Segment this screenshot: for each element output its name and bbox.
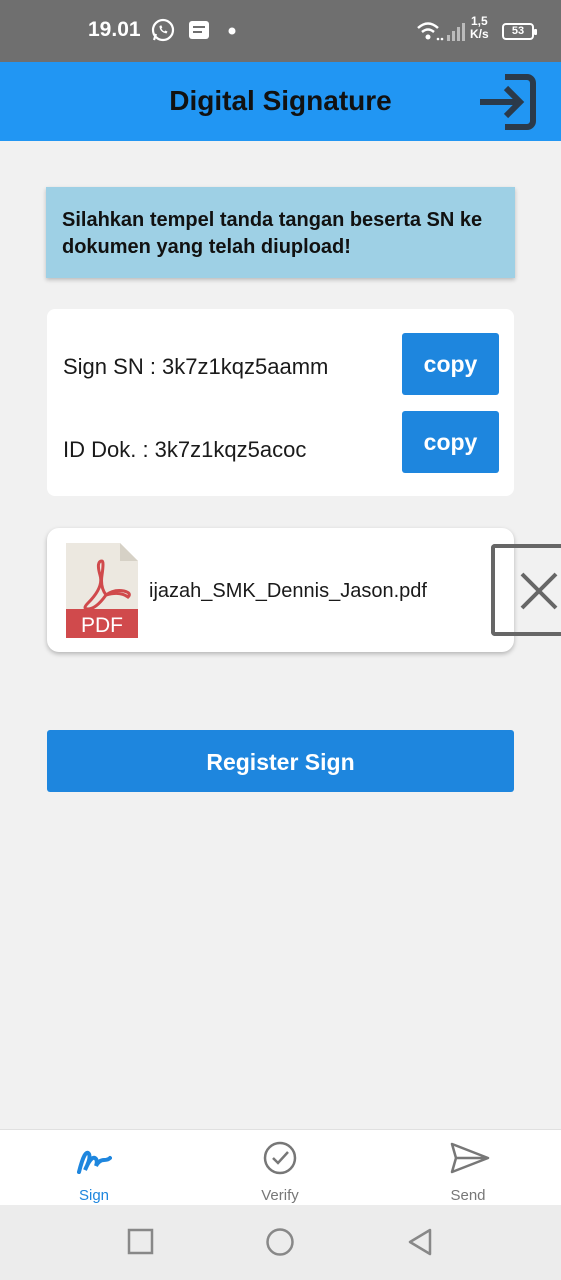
app-bar: Digital Signature <box>0 62 561 141</box>
wifi-signal-icon <box>417 22 465 41</box>
sign-icon <box>77 1150 112 1174</box>
pdf-icon-label: PDF <box>81 614 123 637</box>
copy-id-dok-button[interactable]: copy <box>402 411 499 473</box>
home-icon[interactable] <box>265 1227 295 1257</box>
nav-item-verify[interactable]: Verify <box>220 1130 340 1206</box>
network-speed: 1,5 K/s <box>470 15 489 41</box>
send-icon <box>450 1142 490 1174</box>
id-dok-text: ID Dok. : 3k7z1kqz5acoc <box>63 437 307 462</box>
back-icon[interactable] <box>406 1227 434 1257</box>
status-time: 19.01 <box>88 18 141 41</box>
bottom-navigation: Sign Verify Send <box>0 1129 561 1205</box>
nav-item-sign[interactable]: Sign <box>34 1130 154 1206</box>
nav-label-send: Send <box>450 1187 486 1204</box>
message-icon <box>189 21 209 39</box>
pdf-file-icon: PDF <box>66 543 138 638</box>
nav-label-sign: Sign <box>78 1187 110 1204</box>
status-bar: 19.01 1,5 K/s 53 <box>0 0 561 62</box>
check-circle-icon <box>263 1141 297 1175</box>
register-sign-button[interactable]: Register Sign <box>47 730 514 792</box>
whatsapp-icon <box>151 18 175 42</box>
uploaded-file-card[interactable]: PDF ijazah_SMK_Dennis_Jason.pdf <box>47 528 514 652</box>
copy-sign-sn-button[interactable]: copy <box>402 333 499 395</box>
instruction-notice: Silahkan tempel tanda tangan beserta SN … <box>46 187 515 278</box>
battery-indicator: 53 <box>502 23 537 40</box>
nav-label-verify: Verify <box>261 1187 299 1204</box>
close-icon <box>520 572 558 610</box>
system-navigation-bar <box>0 1205 561 1280</box>
sign-info-card: Sign SN : 3k7z1kqz5aamm copy ID Dok. : 3… <box>47 309 514 496</box>
file-name: ijazah_SMK_Dennis_Jason.pdf <box>149 580 427 602</box>
recent-apps-icon[interactable] <box>127 1228 154 1255</box>
network-speed-unit: K/s <box>470 27 489 41</box>
sign-sn-text: Sign SN : 3k7z1kqz5aamm <box>63 354 329 379</box>
login-icon[interactable] <box>477 69 555 135</box>
nav-item-send[interactable]: Send <box>408 1130 528 1206</box>
notification-dot-icon <box>228 27 236 35</box>
remove-file-button[interactable] <box>491 544 561 636</box>
